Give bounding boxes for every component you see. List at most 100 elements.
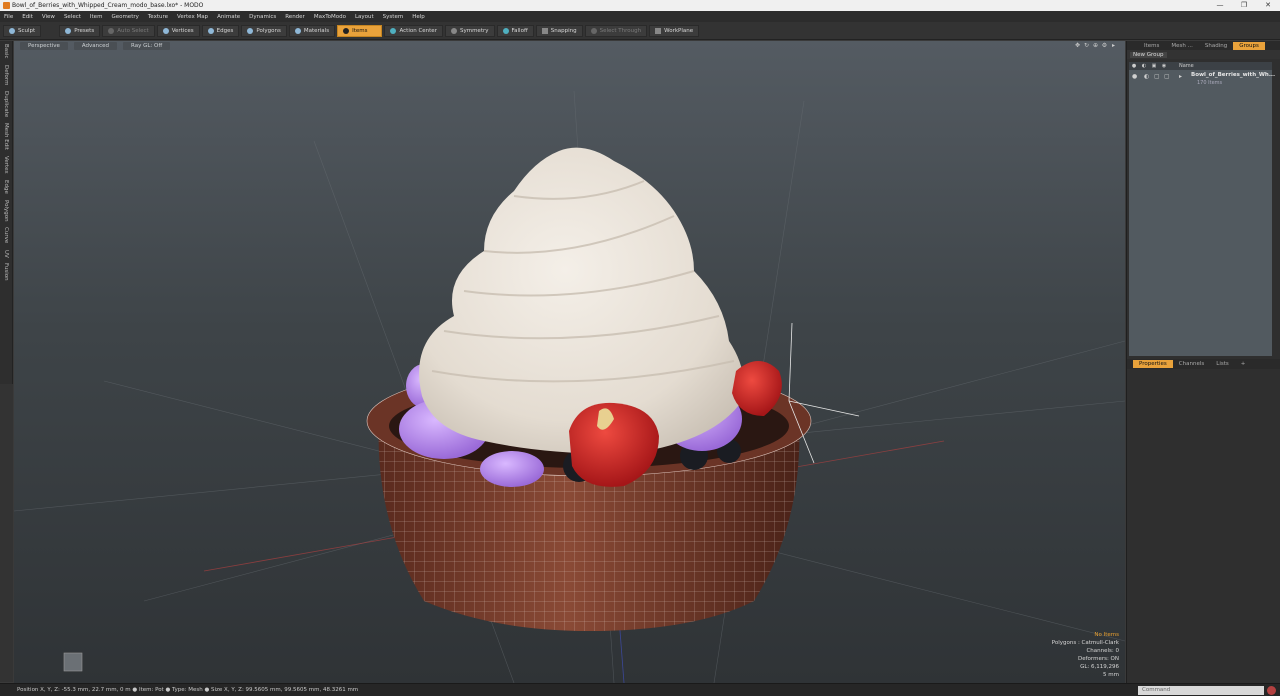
render-icon[interactable]: ◐ — [1139, 63, 1149, 69]
tab-deform[interactable]: Deform — [3, 62, 9, 88]
presets-icon — [65, 27, 72, 34]
tab-vertex[interactable]: Vertex — [3, 153, 9, 177]
tab-lists[interactable]: Lists — [1210, 360, 1234, 368]
menu-dynamics[interactable]: Dynamics — [249, 14, 276, 20]
groups-list[interactable]: ● ◐ ▣ ◉ Name ● ◐ ▢ ▢ ▸ Bowl_of_Berries_w… — [1129, 62, 1275, 356]
tab-edge[interactable]: Edge — [3, 177, 9, 197]
tab-mesh[interactable]: Mesh ... — [1165, 42, 1198, 50]
deformers-info: Deformers: ON — [1078, 656, 1119, 662]
window-controls: — ❐ ✕ — [1208, 0, 1280, 11]
rotate-icon[interactable]: ↻ — [1083, 42, 1090, 49]
polygons-info: Polygons : Catmull-Clark — [1051, 640, 1119, 646]
menu-help[interactable]: Help — [412, 14, 425, 20]
tab-basic[interactable]: Basic — [3, 41, 9, 62]
ray-gl-dropdown[interactable]: Ray GL: Off — [123, 42, 171, 50]
tab-mesh-edit[interactable]: Mesh Edit — [3, 120, 9, 153]
tab-channels[interactable]: Channels — [1173, 360, 1210, 368]
view-cube[interactable] — [63, 652, 83, 672]
menu-layout[interactable]: Layout — [355, 14, 374, 20]
shading-dropdown[interactable]: Advanced — [73, 42, 118, 50]
select-toggle-icon[interactable]: ▢ — [1164, 73, 1170, 80]
menu-texture[interactable]: Texture — [148, 14, 168, 20]
menu-system[interactable]: System — [383, 14, 404, 20]
group-row[interactable]: ● ◐ ▢ ▢ ▸ Bowl_of_Berries_with_Wh... 170… — [1129, 71, 1275, 87]
main-toolbar: Sculpt Presets Auto Select Vertices Edge… — [0, 22, 1280, 40]
falloff-icon — [502, 27, 509, 34]
menu-file[interactable]: File — [4, 14, 13, 20]
menu-vertex-map[interactable]: Vertex Map — [177, 14, 208, 20]
tool-tabs: Basic Deform Duplicate Mesh Edit Vertex … — [0, 41, 13, 384]
menu-maxtomodo[interactable]: MaxToModo — [314, 14, 346, 20]
tab-properties[interactable]: Properties — [1133, 360, 1173, 368]
snapping-icon — [541, 27, 548, 34]
menu-animate[interactable]: Animate — [217, 14, 240, 20]
render-toggle-icon[interactable]: ◐ — [1144, 73, 1149, 80]
3d-viewport[interactable]: Perspective Advanced Ray GL: Off ✥ ↻ ⊕ ⚙… — [14, 41, 1125, 683]
right-panel: Items Mesh ... Shading Groups New Group … — [1126, 41, 1280, 683]
gl-info: GL: 6,119,296 — [1080, 664, 1119, 670]
menu-edit[interactable]: Edit — [22, 14, 33, 20]
no-items-label: No Items — [1094, 632, 1119, 638]
whipped-cream[interactable] — [419, 147, 744, 454]
materials-button[interactable]: Materials — [288, 24, 336, 37]
tab-fusion[interactable]: Fusion — [3, 260, 9, 284]
minimize-icon[interactable]: — — [1208, 0, 1232, 11]
snapping-button[interactable]: Snapping — [535, 24, 583, 37]
select-icon[interactable]: ◉ — [1159, 63, 1169, 69]
items-button[interactable]: Items — [337, 24, 383, 37]
presets-button[interactable]: Presets — [59, 24, 101, 37]
falloff-button[interactable]: Falloff — [496, 24, 534, 37]
new-group-button[interactable]: New Group — [1130, 52, 1167, 58]
menu-render[interactable]: Render — [285, 14, 305, 20]
tab-shading[interactable]: Shading — [1199, 42, 1233, 50]
menu-select[interactable]: Select — [64, 14, 81, 20]
symmetry-button[interactable]: Symmetry — [444, 24, 495, 37]
menu-view[interactable]: View — [42, 14, 55, 20]
symmetry-icon — [450, 27, 457, 34]
expand-arrow-icon[interactable]: ▸ — [1179, 73, 1182, 80]
menu-item[interactable]: Item — [90, 14, 103, 20]
tab-duplicate[interactable]: Duplicate — [3, 88, 9, 120]
select-through-button[interactable]: Select Through — [584, 24, 648, 37]
tab-items[interactable]: Items — [1138, 42, 1165, 50]
visibility-icon[interactable]: ● — [1129, 63, 1139, 69]
view-mode-dropdown[interactable]: Perspective — [20, 42, 68, 50]
eye-icon[interactable]: ● — [1132, 73, 1137, 80]
command-input[interactable]: Command — [1138, 686, 1264, 695]
viewport-nav-icons: ✥ ↻ ⊕ ⚙ ▸ — [1072, 42, 1117, 49]
groups-toolbar: New Group — [1127, 50, 1280, 59]
tab-curve[interactable]: Curve — [3, 224, 9, 246]
vertices-button[interactable]: Vertices — [156, 24, 200, 37]
tab-uv[interactable]: UV — [3, 247, 9, 261]
tab-groups[interactable]: Groups — [1233, 41, 1265, 50]
sculpt-button[interactable]: Sculpt — [3, 24, 42, 37]
lock-toggle-icon[interactable]: ▢ — [1154, 73, 1160, 80]
expand-icon[interactable]: ▸ — [1110, 42, 1117, 49]
lock-icon[interactable]: ▣ — [1149, 63, 1159, 69]
workplane-button[interactable]: WorkPlane — [649, 24, 700, 37]
zoom-icon[interactable]: ⊕ — [1092, 42, 1099, 49]
groups-list-header: ● ◐ ▣ ◉ Name — [1129, 62, 1272, 70]
add-tab-button[interactable]: + — [1235, 360, 1252, 368]
menu-bar: File Edit View Select Item Geometry Text… — [0, 11, 1280, 22]
viewport-info: No Items Polygons : Catmull-Clark Channe… — [1052, 631, 1119, 679]
pan-icon[interactable]: ✥ — [1074, 42, 1081, 49]
edges-icon — [207, 27, 214, 34]
modo-app-icon — [3, 2, 10, 9]
scale-info: 5 mm — [1103, 672, 1119, 678]
auto-select-icon — [108, 27, 115, 34]
menu-geometry[interactable]: Geometry — [111, 14, 138, 20]
settings-icon[interactable]: ⚙ — [1101, 42, 1108, 49]
stop-icon[interactable] — [1267, 686, 1276, 695]
action-center-button[interactable]: Action Center — [384, 24, 443, 37]
tab-polygon[interactable]: Polygon — [3, 197, 9, 225]
transform-gizmo[interactable] — [788, 322, 860, 464]
polygons-button[interactable]: Polygons — [241, 24, 287, 37]
auto-select-button[interactable]: Auto Select — [102, 24, 155, 37]
close-icon[interactable]: ✕ — [1256, 0, 1280, 11]
maximize-icon[interactable]: ❐ — [1232, 0, 1256, 11]
polygons-icon — [247, 27, 254, 34]
name-column-header[interactable]: Name — [1179, 63, 1194, 69]
left-lower-panel — [0, 384, 13, 682]
edges-button[interactable]: Edges — [201, 24, 240, 37]
